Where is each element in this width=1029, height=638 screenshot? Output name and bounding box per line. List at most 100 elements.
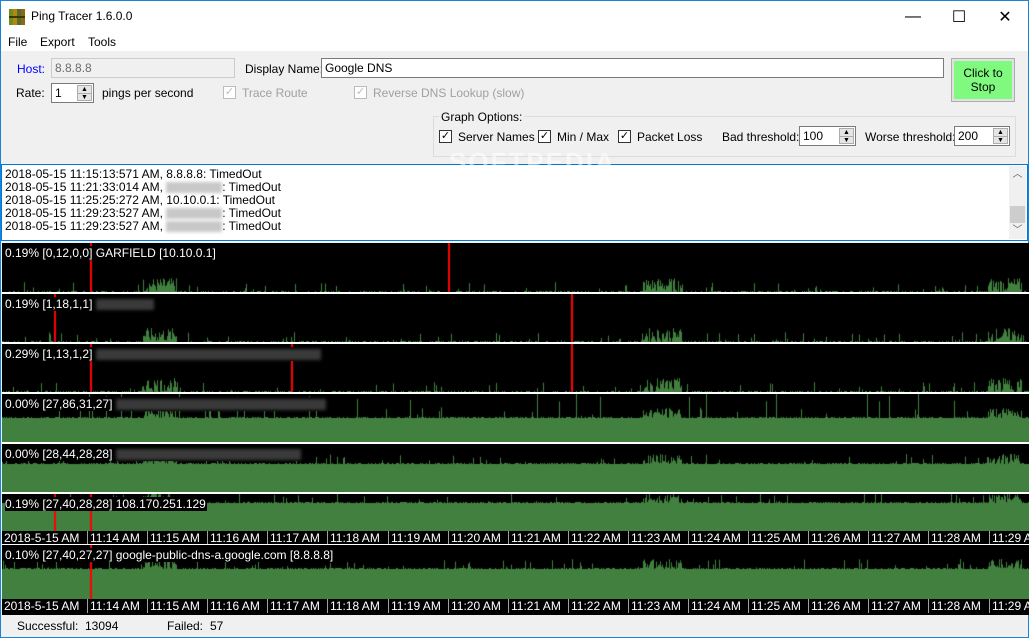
time-tick-label: 11:15 AM [147,599,200,613]
trace-route-checkbox[interactable]: ✓ [223,86,236,99]
checkmark-icon: ✓ [224,86,235,98]
time-tick-label: 11:21 AM [508,531,561,545]
time-tick-label: 11:22 AM [568,599,621,613]
close-button[interactable]: ✕ [982,1,1028,32]
ping-graph[interactable]: 0.00% [27,86,31,27] [2,394,1029,443]
title-bar: Ping Tracer 1.6.0.0 — ☐ ✕ [1,1,1028,32]
time-tick-label: 2018-5-15 AM [4,599,80,613]
rate-spinner[interactable]: 1 ▲ ▼ [51,83,94,103]
scroll-down-icon[interactable]: ﹀ [1009,222,1026,239]
log-time: 2018-05-15 11:29:23:527 AM, [5,206,167,220]
time-tick-label: 2018-5-15 AM [4,531,80,545]
host-label: Host: [17,62,46,76]
redacted-host [166,221,223,233]
app-icon [9,9,25,25]
spinner-up-icon[interactable]: ▲ [840,129,853,136]
time-tick-label: 11:20 AM [448,531,501,545]
ping-graph[interactable]: 0.29% [1,13,1,2] [2,344,1029,393]
graph-label: 0.19% [0,12,0,0] GARFIELD [10.10.0.1] [5,246,217,260]
ping-graph[interactable]: 0.19% [1,18,1,1] [2,294,1029,343]
time-tick-label: 11:23 AM [628,531,681,545]
rate-value: 1 [55,86,62,100]
time-tick-label: 11:22 AM [568,531,621,545]
display-name-input[interactable]: Google DNS [321,58,944,78]
trace-route-label: Trace Route [242,86,308,100]
log-time: 2018-05-15 11:15:13:571 AM, [5,167,167,181]
time-tick-label: 11:19 AM [388,531,441,545]
ping-graph[interactable]: 0.19% [0,12,0,0] GARFIELD [10.10.0.1] [2,243,1029,293]
time-tick-label: 11:17 AM [267,599,320,613]
maximize-icon: ☐ [951,8,967,26]
log-host: 10.10.0.1 [166,193,217,207]
time-tick-label: 11:17 AM [267,531,320,545]
graph-label: 0.19% [1,18,1,1] [5,297,155,311]
graph-label: 0.00% [27,86,31,27] [5,397,327,411]
time-tick-label: 11:15 AM [147,531,200,545]
ping-graph[interactable]: 0.00% [28,44,28,28] [2,444,1029,493]
packet-loss-label: Packet Loss [637,130,703,144]
start-stop-button[interactable]: Click to Stop [951,58,1015,102]
log-status: : TimedOut [222,180,281,194]
redacted-hostname [115,449,301,461]
menu-file[interactable]: File [8,35,27,49]
worse-threshold-spinner[interactable]: 200 ▲ ▼ [954,126,1010,146]
graph-options-title: Graph Options: [439,110,525,124]
spinner-up-icon[interactable]: ▲ [994,129,1007,136]
time-tick-label: 11:28 AM [928,531,981,545]
checkmark-icon: ✓ [355,86,366,98]
log-status: : TimedOut [216,193,275,207]
checkmark-icon: ✓ [539,130,550,142]
time-tick-label: 11:27 AM [868,599,921,613]
time-axis: 2018-5-15 AM 11:14 AM 11:15 AM 11:16 AM 11:1… [2,599,1029,613]
time-tick-label: 11:18 AM [327,599,380,613]
redacted-host [166,208,223,220]
scroll-up-icon[interactable]: ︿ [1009,166,1026,183]
min-max-checkbox[interactable]: ✓ [538,130,551,143]
worse-threshold-label: Worse threshold: [865,130,956,144]
reverse-dns-checkbox[interactable]: ✓ [354,86,367,99]
successful-label: Successful: [17,619,79,633]
time-tick-label: 11:14 AM [87,531,140,545]
ping-graphs: 0.19% [0,12,0,0] GARFIELD [10.10.0.1] 0.… [2,243,1029,615]
maximize-button[interactable]: ☐ [936,1,982,32]
log-time: 2018-05-15 11:29:23:527 AM, [5,219,167,233]
minimize-icon: — [905,7,921,25]
time-tick-label: 11:29 AM [989,531,1029,545]
server-names-checkbox[interactable]: ✓ [439,130,452,143]
window-title: Ping Tracer 1.6.0.0 [31,9,133,23]
menu-tools[interactable]: Tools [88,35,116,49]
ping-graph[interactable]: 0.19% [27,40,28,28] 108.170.251.129 [2,494,1029,531]
packet-loss-checkbox[interactable]: ✓ [618,130,631,143]
menu-export[interactable]: Export [40,35,75,49]
time-tick-label: 11:25 AM [748,599,801,613]
ping-graph[interactable]: 0.10% [27,40,27,27] google-public-dns-a.… [2,545,1029,599]
scroll-thumb[interactable] [1010,206,1025,223]
spinner-down-icon[interactable]: ▼ [840,136,853,144]
close-icon: ✕ [998,8,1012,26]
host-input[interactable]: 8.8.8.8 [51,58,235,78]
log-scrollbar[interactable]: ︿ ﹀ [1009,166,1026,239]
spinner-down-icon[interactable]: ▼ [78,93,91,101]
redacted-hostname [115,399,326,411]
rate-unit-label: pings per second [102,86,194,100]
time-tick-label: 11:26 AM [808,531,861,545]
spinner-up-icon[interactable]: ▲ [78,86,91,93]
graph-label: 0.00% [28,44,28,28] [5,447,302,461]
app-window: Ping Tracer 1.6.0.0 — ☐ ✕ File Export To… [0,0,1029,638]
time-tick-label: 11:25 AM [748,531,801,545]
minimize-button[interactable]: — [890,1,936,32]
graph-label: 0.10% [27,40,27,27] google-public-dns-a.… [5,548,335,562]
bad-threshold-label: Bad threshold: [722,130,800,144]
status-bar: Successful: 13094 Failed: 57 [1,615,1028,637]
spinner-down-icon[interactable]: ▼ [994,136,1007,144]
time-tick-label: 11:24 AM [688,531,741,545]
bad-threshold-spinner[interactable]: 100 ▲ ▼ [799,126,856,146]
log-time: 2018-05-15 11:25:25:272 AM, [5,193,167,207]
log-time: 2018-05-15 11:21:33:014 AM, [5,180,167,194]
graph-label: 0.19% [27,40,28,28] 108.170.251.129 [5,497,207,511]
menu-bar: File Export Tools [1,32,1028,51]
failed-count: 57 [210,619,224,633]
time-tick-label: 11:23 AM [628,599,681,613]
start-stop-label: Click to Stop [954,61,1012,99]
checkmark-icon: ✓ [440,130,451,142]
